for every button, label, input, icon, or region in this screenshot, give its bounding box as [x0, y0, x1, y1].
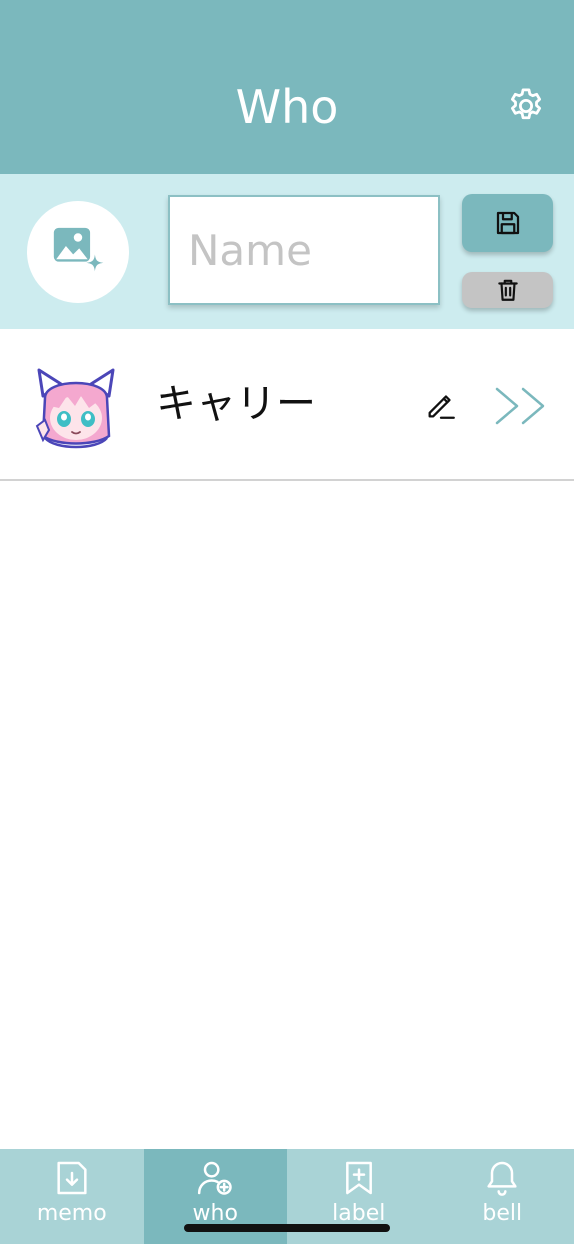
- memo-download-icon: [51, 1157, 93, 1199]
- open-person-button[interactable]: [492, 384, 550, 428]
- pencil-icon: [428, 395, 455, 419]
- anime-cat-girl-avatar: [35, 368, 115, 449]
- settings-button[interactable]: [503, 83, 549, 129]
- double-chevron-right-icon: [495, 387, 545, 425]
- avatar-picker-button[interactable]: [27, 201, 129, 303]
- edit-button[interactable]: [423, 387, 459, 423]
- floppy-disk-icon: [496, 211, 519, 235]
- bell-icon: [481, 1157, 523, 1199]
- person-form: [0, 174, 574, 329]
- home-indicator[interactable]: [184, 1224, 390, 1232]
- tab-label: memo: [36, 1201, 107, 1226]
- person-name: キャリー: [156, 381, 316, 427]
- people-list: キャリー: [0, 329, 574, 481]
- delete-button[interactable]: [462, 272, 553, 308]
- tab-memo[interactable]: memo: [0, 1149, 144, 1244]
- trash-icon: [497, 279, 518, 301]
- list-item[interactable]: キャリー: [0, 329, 574, 481]
- tab-bell[interactable]: bell: [431, 1149, 574, 1244]
- name-input[interactable]: [168, 195, 440, 305]
- save-button[interactable]: [462, 194, 553, 252]
- add-image-icon: [53, 227, 104, 272]
- app-header: Who: [0, 0, 574, 174]
- tab-label: bell: [482, 1201, 523, 1226]
- page-title: Who: [235, 80, 339, 134]
- user-add-icon: [194, 1157, 236, 1199]
- gear-icon: [510, 88, 542, 120]
- bookmark-add-icon: [338, 1157, 380, 1199]
